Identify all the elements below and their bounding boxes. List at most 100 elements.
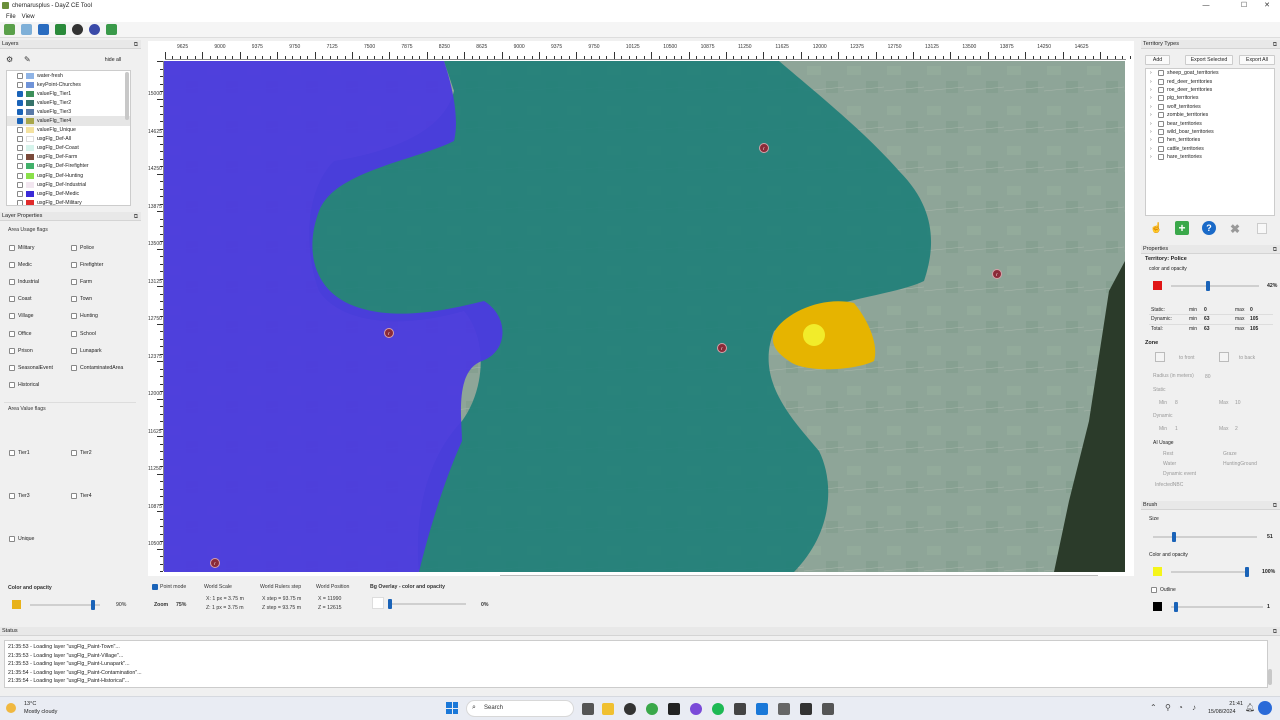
- pencil-icon[interactable]: ✎: [24, 55, 31, 64]
- layer-visibility-checkbox[interactable]: [17, 172, 23, 179]
- float-icon[interactable]: ⧉: [134, 41, 138, 50]
- export-all-button[interactable]: Export All: [1239, 55, 1275, 65]
- layer-row[interactable]: keyPoint-Churches: [7, 80, 130, 89]
- task-view-icon[interactable]: [582, 703, 594, 715]
- ai-dynamic-option[interactable]: Dynamic event: [1163, 471, 1196, 477]
- flag-checkbox[interactable]: Industrial: [9, 279, 39, 286]
- outline-color-swatch[interactable]: [1153, 602, 1162, 611]
- flag-checkbox[interactable]: Firefighter: [71, 262, 103, 269]
- checkbox-box[interactable]: [71, 262, 77, 269]
- expand-arrow-icon[interactable]: ›: [1150, 95, 1155, 101]
- notification-icon[interactable]: 🔔︎: [1245, 703, 1255, 712]
- add-button[interactable]: Add: [1145, 55, 1170, 65]
- outline-checkbox[interactable]: [1151, 587, 1157, 593]
- layer-row[interactable]: water-fresh: [7, 71, 130, 80]
- flag-checkbox[interactable]: Military: [9, 245, 34, 251]
- territory-row[interactable]: › red_deer_territories: [1146, 77, 1274, 85]
- territory-row[interactable]: › pig_territories: [1146, 94, 1274, 102]
- export-icon[interactable]: [106, 24, 117, 35]
- open-icon[interactable]: [21, 24, 32, 35]
- to-front-button[interactable]: to front: [1179, 355, 1195, 361]
- to-back-button[interactable]: to back: [1239, 355, 1255, 361]
- checkbox-box[interactable]: [9, 296, 15, 303]
- add-zone-icon[interactable]: +: [1175, 221, 1189, 235]
- spotify-icon[interactable]: [712, 703, 724, 715]
- ai-water-option[interactable]: Water: [1163, 461, 1176, 467]
- chrome-icon[interactable]: [646, 703, 658, 715]
- float-icon[interactable]: ⧉: [1273, 502, 1277, 511]
- expand-arrow-icon[interactable]: ›: [1150, 146, 1155, 152]
- checkbox-box[interactable]: [71, 296, 77, 303]
- territory-row[interactable]: › roe_deer_territories: [1146, 86, 1274, 94]
- layer-row[interactable]: valueFlg_Unique: [7, 126, 130, 135]
- territory-opacity-slider[interactable]: [1205, 281, 1210, 291]
- flag-checkbox[interactable]: Tier1: [9, 450, 30, 456]
- checkbox-box[interactable]: [71, 279, 77, 286]
- map-marker[interactable]: r: [384, 328, 394, 338]
- checkbox-box[interactable]: [71, 330, 77, 337]
- flag-checkbox[interactable]: Police: [71, 245, 94, 251]
- point-mode-checkbox[interactable]: [152, 584, 158, 590]
- expand-arrow-icon[interactable]: ›: [1150, 154, 1155, 160]
- tiktok-icon[interactable]: [668, 703, 680, 715]
- checkbox-box[interactable]: [9, 364, 15, 371]
- territory-row[interactable]: › cattle_territories: [1146, 145, 1274, 153]
- layer-visibility-checkbox[interactable]: [17, 72, 23, 79]
- float-icon[interactable]: ⧉: [1273, 246, 1277, 255]
- flag-checkbox[interactable]: Tier4: [71, 493, 92, 499]
- layer-color-swatch[interactable]: [12, 600, 21, 609]
- expand-arrow-icon[interactable]: ›: [1150, 112, 1155, 118]
- territory-row[interactable]: › zombie_territories: [1146, 111, 1274, 119]
- layer-visibility-checkbox[interactable]: [17, 154, 23, 161]
- terminal-icon[interactable]: [800, 703, 812, 715]
- checkbox-box[interactable]: [71, 450, 77, 456]
- checkbox-box[interactable]: [9, 245, 15, 251]
- flag-checkbox[interactable]: Prison: [9, 347, 33, 354]
- tray-chevron-icon[interactable]: ⌃: [1150, 703, 1157, 712]
- expand-arrow-icon[interactable]: ›: [1150, 87, 1155, 93]
- territory-checkbox[interactable]: [1158, 112, 1164, 119]
- layer-row[interactable]: usgFlg_Def-Coast: [7, 144, 130, 153]
- new-icon[interactable]: [4, 24, 15, 35]
- layer-visibility-checkbox[interactable]: [17, 90, 23, 97]
- territory-row[interactable]: › bear_territories: [1146, 119, 1274, 127]
- checkbox-box[interactable]: [9, 381, 15, 388]
- ai-graze-option[interactable]: Graze: [1223, 451, 1237, 457]
- dynamic-max-input[interactable]: 2: [1235, 426, 1238, 432]
- checkbox-box[interactable]: [9, 493, 15, 499]
- app-icon-1[interactable]: [778, 703, 790, 715]
- settings-icon[interactable]: [734, 703, 746, 715]
- territory-checkbox[interactable]: [1158, 145, 1164, 152]
- flag-checkbox[interactable]: Medic: [9, 262, 32, 269]
- territory-row[interactable]: › hen_territories: [1146, 136, 1274, 144]
- layer-row[interactable]: usgFlg_Def-Firefighter: [7, 162, 130, 171]
- territory-checkbox[interactable]: [1158, 78, 1164, 85]
- flag-checkbox[interactable]: Lunapark: [71, 347, 102, 354]
- checkbox-box[interactable]: [71, 245, 77, 251]
- status-scrollbar[interactable]: [1268, 669, 1272, 685]
- clock-date[interactable]: 15/08/2024: [1208, 709, 1236, 715]
- territory-checkbox[interactable]: [1158, 128, 1164, 135]
- layer-list-scrollbar[interactable]: [125, 72, 129, 120]
- territory-checkbox[interactable]: [1158, 70, 1164, 77]
- flag-checkbox[interactable]: School: [71, 330, 96, 337]
- menu-file[interactable]: File: [6, 14, 16, 20]
- layer-visibility-checkbox[interactable]: [17, 81, 23, 88]
- layer-visibility-checkbox[interactable]: [17, 108, 23, 115]
- layer-row[interactable]: valueFlg_Tier3: [7, 107, 130, 116]
- layer-row[interactable]: usgFlg_Def-Farm: [7, 153, 130, 162]
- territory-row[interactable]: › sheep_goat_territories: [1146, 69, 1274, 77]
- menu-view[interactable]: View: [22, 14, 35, 20]
- float-icon[interactable]: ⧉: [1273, 41, 1277, 50]
- copilot-icon[interactable]: [1258, 701, 1272, 715]
- layer-visibility-checkbox[interactable]: [17, 199, 23, 205]
- layer-visibility-checkbox[interactable]: [17, 163, 23, 170]
- territory-checkbox[interactable]: [1158, 86, 1164, 93]
- layer-visibility-checkbox[interactable]: [17, 127, 23, 134]
- layer-visibility-checkbox[interactable]: [17, 136, 23, 143]
- flag-checkbox[interactable]: Historical: [9, 381, 39, 388]
- flag-checkbox[interactable]: Tier2: [71, 450, 92, 456]
- expand-arrow-icon[interactable]: ›: [1150, 70, 1155, 76]
- static-min-input[interactable]: 8: [1175, 400, 1178, 406]
- hide-all-button[interactable]: hide all: [96, 56, 130, 66]
